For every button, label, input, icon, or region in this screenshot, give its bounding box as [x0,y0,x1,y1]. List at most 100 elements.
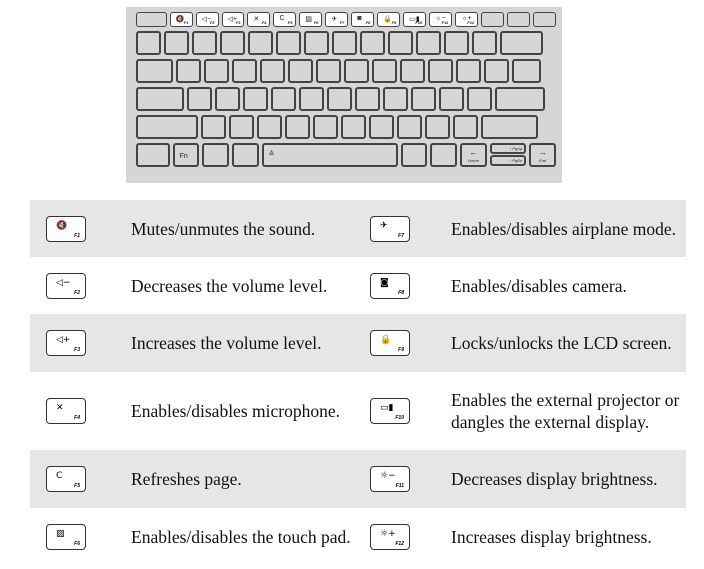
hotkey-label: F7 [398,232,404,239]
key [136,87,184,111]
key [136,115,198,139]
key [383,87,408,111]
hotkey-cell: ◙ F8 Enables/disables camera. [358,257,686,314]
key-label: F12 [467,20,475,25]
key [176,59,201,83]
hotkey-label: F3 [74,347,80,353]
fn-key-label: Fn [179,153,188,160]
key [136,59,173,83]
hotkey-description: Locks/unlocks the LCD screen. [451,333,672,353]
key [299,87,324,111]
pgdn-text: PgDn [512,158,523,163]
key [288,59,313,83]
key [481,115,538,139]
key-label: F11 [441,20,449,25]
hotkey-cell: C F5 Refreshes page. [30,450,358,508]
key [355,87,380,111]
key [341,115,366,139]
pgdn-label: ↓ PgDn [492,158,524,163]
key [484,59,509,83]
home-label: Home [468,158,479,163]
key-home: ← Home [460,143,487,167]
hotkey-description: Decreases display brightness. [451,469,658,489]
key [400,59,425,83]
key [416,31,441,55]
key [215,87,240,111]
keyboard-row [136,59,556,83]
key [444,31,469,55]
key [397,115,422,139]
hotkey-description: Increases the volume level. [131,333,322,353]
keyboard-diagram: 🔇 F1 ◁− F2 ◁+ F3 ✕ F4 C F5 ▨ F6 ✈ F7 ◙ F8 🔒 F9 ▭▮ F10 ☼− F11 ☼… [126,7,562,183]
hotkey-f8: ◙ F8 [370,272,410,299]
table-row: 🔇 F1 Mutes/unmutes the sound. ✈ F7 Enables/di… [30,200,686,257]
key [453,115,478,139]
hotkey-f2: ◁− F2 [46,272,86,299]
table-row: ▨ F6 Enables/disables the touch pad. ☼+ F12 I… [30,508,686,565]
key-f10: ▭▮ F10 [403,12,427,27]
table-row: C F5 Refreshes page. ☼− F11 Decreases display… [30,450,686,508]
key [232,59,257,83]
hotkey-f6: ▨ F6 [46,523,86,550]
key-f3: ◁+ F3 [221,12,245,27]
keyboard-row [136,31,556,55]
hotkey-cell: ☼− F11 Decreases display brightness. [358,450,686,508]
key [500,31,543,55]
key [231,143,259,167]
key-f8: ◙ F8 [351,12,375,27]
table-row: ◁+ F3 Increases the volume level. 🔒 F9 Locks/… [30,314,686,372]
hotkey-f5: C F5 [46,466,86,492]
hotkey-description: Enables/disables the touch pad. [131,526,351,547]
hotkey-icon: ▭▮ [380,403,394,413]
hotkey-icon: ✈ [380,220,388,231]
key [316,59,341,83]
hotkey-icon: ✕ [56,403,64,413]
key [202,143,229,167]
key-label: F2 [209,20,215,25]
arrow-left-icon: ← [469,148,478,157]
key-label: F5 [287,20,293,25]
key [304,31,329,55]
keyboard-row [136,87,556,111]
key-icon: ✕ [253,16,260,23]
key [285,115,310,139]
hotkey-f11: ☼− F11 [370,466,410,492]
key [411,87,436,111]
keyboard-backlight-icon: ≙ [268,151,275,158]
hotkey-f10: ▭▮ F10 [370,398,410,424]
key [257,115,282,139]
key-f2: ◁− F2 [195,12,219,27]
hotkey-icon: ▨ [56,528,65,539]
key [260,59,285,83]
hotkey-description: Mutes/unmutes the sound. [131,218,316,239]
key [192,31,217,55]
key [248,31,273,55]
arrow-right-icon: → [538,148,547,157]
key [276,31,301,55]
hotkey-description: Enables/disables airplane mode. [451,218,676,239]
keyboard-row-bottom: Fn ≙ ← Home ↑ PgUp ↓ PgDn → End [136,143,557,167]
key-f11: ☼− F11 [429,12,453,27]
key-f12: ☼+ F12 [455,12,479,27]
key-blank [136,12,167,27]
hotkey-f1: 🔇 F1 [46,215,86,242]
key [512,59,541,83]
key-icon: ▨ [305,16,313,23]
hotkey-icon: ◁+ [56,335,71,345]
key [467,87,492,111]
hotkey-description: Refreshes page. [131,469,242,489]
hotkey-cell: 🔒 F9 Locks/unlocks the LCD screen. [358,314,686,372]
key-label: F8 [365,20,371,25]
hotkey-f3: ◁+ F3 [46,330,86,356]
hotkey-table: 🔇 F1 Mutes/unmutes the sound. ✈ F7 Enables/di… [30,200,686,565]
table-row: ◁− F2 Decreases the volume level. ◙ F8 Enable… [30,257,686,314]
key [271,87,296,111]
key [430,143,458,167]
keyboard-row-function: 🔇 F1 ◁− F2 ◁+ F3 ✕ F4 C F5 ▨ F6 ✈ F7 ◙ F8 🔒 F9 ▭▮ F10 ☼− F11 ☼… [136,12,557,27]
hotkey-cell: ✕ F4 Enables/disables microphone. [30,372,358,450]
key-label: F3 [235,20,241,25]
key-label: F6 [313,20,319,25]
key [369,115,394,139]
key-f7: ✈ F7 [325,12,349,27]
key-pgdn: ↓ PgDn [489,155,527,166]
